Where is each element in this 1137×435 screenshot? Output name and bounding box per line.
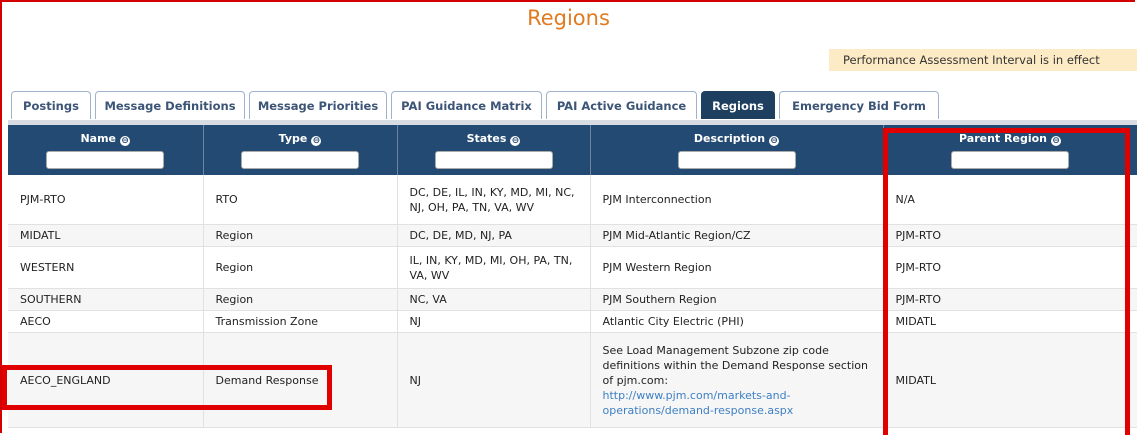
column-label[interactable]: States (467, 132, 507, 145)
cell-states: NJ (397, 310, 591, 333)
cell-name: WESTERN (8, 246, 204, 289)
column-label[interactable]: Name (80, 132, 116, 145)
cell-description: Atlantic City Electric (PHI) (590, 310, 884, 333)
cell-parent-region: PJM-RTO (883, 224, 1137, 247)
regions-table: Name ⊖ Type ⊖ States ⊖ Description ⊖ Parent … (8, 125, 1137, 428)
description-text: See Load Management Subzone zip code def… (602, 343, 869, 387)
cell-description: PJM Interconnection (590, 175, 884, 225)
tab-postings[interactable]: Postings (11, 91, 91, 119)
pai-status-banner: Performance Assessment Interval is in ef… (829, 49, 1137, 71)
tab-regions[interactable]: Regions (701, 91, 775, 119)
cell-name: MIDATL (8, 224, 204, 247)
demand-response-link[interactable]: http://www.pjm.com/markets-and-operation… (603, 389, 794, 417)
cell-name: PJM-RTO (8, 175, 204, 225)
column-header-parent-region: Parent Region ⊖ (883, 125, 1137, 175)
parent-region-filter-input[interactable] (951, 151, 1069, 169)
name-filter-input[interactable] (46, 151, 165, 169)
cell-type: Region (203, 288, 398, 311)
collapse-circle-icon[interactable]: ⊖ (311, 136, 322, 146)
cell-parent-region: PJM-RTO (883, 288, 1137, 311)
table-row[interactable]: AECO Transmission Zone NJ Atlantic City … (8, 310, 1137, 333)
column-label[interactable]: Description (694, 132, 765, 145)
table-row[interactable]: MIDATL Region DC, DE, MD, NJ, PA PJM Mid… (8, 224, 1137, 247)
cell-description: PJM Southern Region (590, 288, 884, 311)
collapse-circle-icon[interactable]: ⊖ (510, 136, 521, 146)
cell-description: PJM Western Region (590, 246, 884, 289)
tab-message-definitions[interactable]: Message Definitions (95, 91, 245, 119)
cell-type: Transmission Zone (203, 310, 398, 333)
cell-name: AECO (8, 310, 204, 333)
cell-parent-region: PJM-RTO (883, 246, 1137, 289)
collapse-circle-icon[interactable]: ⊖ (120, 136, 131, 146)
collapse-circle-icon[interactable]: ⊖ (1050, 136, 1061, 146)
table-row[interactable]: AECO_ENGLAND Demand Response NJ See Load… (8, 332, 1137, 428)
states-filter-input[interactable] (434, 151, 553, 169)
table-row[interactable]: WESTERN Region IL, IN, KY, MD, MI, OH, P… (8, 246, 1137, 289)
cell-states: NJ (397, 332, 591, 428)
cell-states: DC, DE, MD, NJ, PA (397, 224, 591, 247)
cell-description: See Load Management Subzone zip code def… (590, 332, 884, 428)
cell-name: SOUTHERN (8, 288, 204, 311)
cell-type: Demand Response (203, 332, 398, 428)
table-header-row: Name ⊖ Type ⊖ States ⊖ Description ⊖ Parent … (8, 125, 1137, 175)
tab-pai-active-guidance[interactable]: PAI Active Guidance (546, 91, 697, 119)
cell-description: PJM Mid-Atlantic Region/CZ (590, 224, 884, 247)
cell-name: AECO_ENGLAND (8, 332, 204, 428)
table-row[interactable]: PJM-RTO RTO DC, DE, IL, IN, KY, MD, MI, … (8, 175, 1137, 225)
column-label[interactable]: Type (279, 132, 308, 145)
column-header-states: States ⊖ (397, 125, 591, 175)
tab-pai-guidance-matrix[interactable]: PAI Guidance Matrix (391, 91, 542, 119)
cell-parent-region: MIDATL (883, 310, 1137, 333)
page-title: Regions (527, 6, 610, 30)
cell-states: NC, VA (397, 288, 591, 311)
cell-type: RTO (203, 175, 398, 225)
column-header-description: Description ⊖ (590, 125, 884, 175)
tab-emergency-bid-form[interactable]: Emergency Bid Form (779, 91, 939, 119)
cell-parent-region: MIDATL (883, 332, 1137, 428)
cell-parent-region: N/A (883, 175, 1137, 225)
cell-type: Region (203, 246, 398, 289)
cell-type: Region (203, 224, 398, 247)
column-header-name: Name ⊖ (8, 125, 204, 175)
column-label[interactable]: Parent Region (959, 132, 1047, 145)
cell-states: DC, DE, IL, IN, KY, MD, MI, NC, NJ, OH, … (397, 175, 591, 225)
collapse-circle-icon[interactable]: ⊖ (769, 136, 780, 146)
tab-message-priorities[interactable]: Message Priorities (249, 91, 387, 119)
description-filter-input[interactable] (677, 151, 796, 169)
column-header-type: Type ⊖ (203, 125, 398, 175)
type-filter-input[interactable] (241, 151, 359, 169)
table-row[interactable]: SOUTHERN Region NC, VA PJM Southern Regi… (8, 288, 1137, 311)
cell-states: IL, IN, KY, MD, MI, OH, PA, TN, VA, WV (397, 246, 591, 289)
tab-bar: Postings Message Definitions Message Pri… (11, 91, 939, 121)
